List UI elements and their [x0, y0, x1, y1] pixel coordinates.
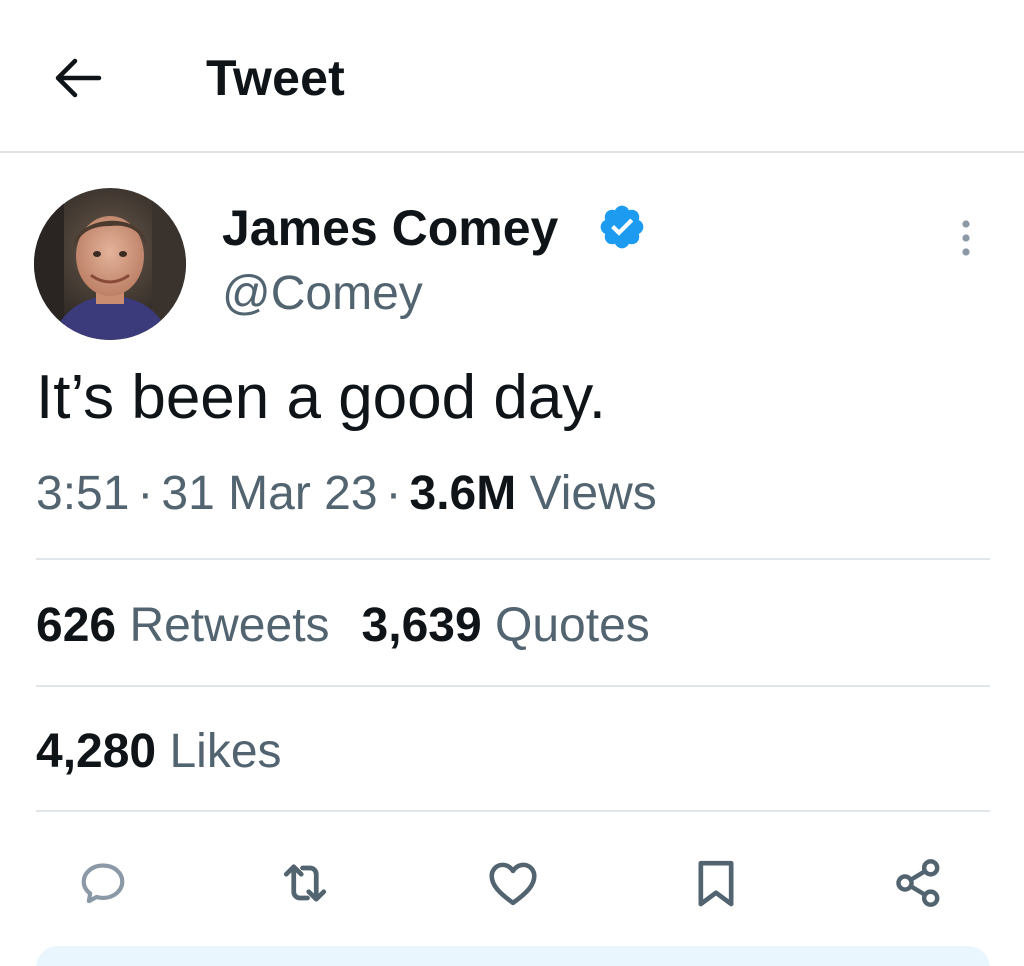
likes-stat[interactable]: 4,280 Likes [36, 724, 282, 780]
page-title: Tweet [206, 50, 345, 106]
retweets-stat[interactable]: 626 Retweets [36, 598, 330, 654]
quotes-label: Quotes [495, 599, 650, 652]
author-name[interactable]: James Comey [222, 200, 558, 256]
avatar[interactable] [34, 188, 186, 340]
retweets-label: Retweets [129, 599, 330, 652]
bookmark-button[interactable] [681, 848, 751, 918]
tweet-detail-page: Tweet James Comey @Comey It’s been a goo… [0, 0, 1024, 966]
verified-badge-icon [600, 205, 644, 249]
action-bar [0, 848, 1024, 918]
arrow-left-icon [55, 58, 102, 98]
reply-icon [81, 863, 125, 904]
tweet-date[interactable]: 31 Mar 23 [161, 467, 377, 520]
share-icon [896, 859, 940, 907]
top-bar: Tweet [0, 0, 1024, 153]
tweet-time[interactable]: 3:51 [36, 467, 129, 520]
divider [36, 685, 990, 687]
divider [36, 558, 990, 560]
heart-icon [489, 862, 537, 906]
meta-separator: · [385, 467, 402, 520]
retweets-count: 626 [36, 599, 117, 652]
likes-stats: 4,280 Likes [36, 724, 282, 780]
likes-label: Likes [169, 725, 282, 778]
tweet-meta: 3:51 · 31 Mar 23 · 3.6M Views [36, 466, 657, 522]
meta-separator: · [137, 467, 154, 520]
views-label: Views [529, 467, 657, 520]
share-button[interactable] [884, 848, 954, 918]
bookmark-icon [698, 860, 734, 907]
retweet-button[interactable] [270, 848, 340, 918]
retweet-icon [283, 864, 327, 902]
quotes-count: 3,639 [361, 599, 482, 652]
avatar-image [34, 188, 186, 340]
back-button[interactable] [50, 50, 106, 106]
tweet-text: It’s been a good day. [36, 363, 606, 432]
reply-button[interactable] [68, 848, 138, 918]
like-button[interactable] [478, 848, 548, 918]
more-button[interactable] [952, 210, 980, 266]
likes-count: 4,280 [36, 725, 157, 778]
more-vertical-icon [962, 220, 970, 256]
divider [36, 810, 990, 812]
quotes-stat[interactable]: 3,639 Quotes [362, 598, 650, 654]
engagement-stats: 626 Retweets 3,639 Quotes [36, 598, 650, 654]
views-count[interactable]: 3.6M [410, 467, 517, 520]
reply-composer[interactable] [36, 946, 990, 966]
author-handle[interactable]: @Comey [222, 266, 423, 322]
